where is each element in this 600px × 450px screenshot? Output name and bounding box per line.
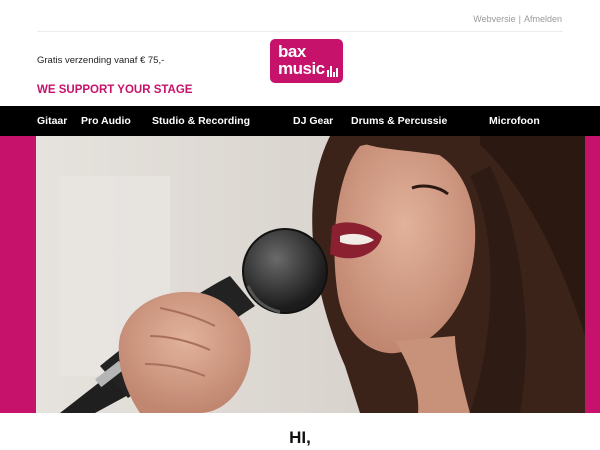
header-divider [37,31,563,32]
equalizer-icon [326,66,338,78]
tagline: WE SUPPORT YOUR STAGE [37,84,193,96]
webversion-link[interactable]: Webversie [473,14,515,24]
bax-music-logo[interactable]: bax music [270,39,343,83]
nav-item-studio-recording[interactable]: Studio & Recording [152,115,250,127]
greeting-heading: HI, [289,428,311,447]
hero-banner[interactable] [0,136,600,413]
nav-item-pro-audio[interactable]: Pro Audio [81,115,131,127]
category-nav: Gitaar Pro Audio Studio & Recording DJ G… [0,106,600,136]
logo-text-line2: music [278,58,325,78]
unsubscribe-link[interactable]: Afmelden [524,14,562,24]
free-shipping-text: Gratis verzending vanaf € 75,- [37,55,165,66]
singer-with-microphone-photo [36,136,585,413]
top-links: Webversie | Afmelden [473,14,562,24]
nav-item-drums-percussie[interactable]: Drums & Percussie [351,115,447,127]
nav-item-dj-gear[interactable]: DJ Gear [293,115,333,127]
link-separator: | [518,14,521,24]
nav-item-microfoon[interactable]: Microfoon [489,115,540,127]
nav-item-gitaar[interactable]: Gitaar [37,115,67,127]
